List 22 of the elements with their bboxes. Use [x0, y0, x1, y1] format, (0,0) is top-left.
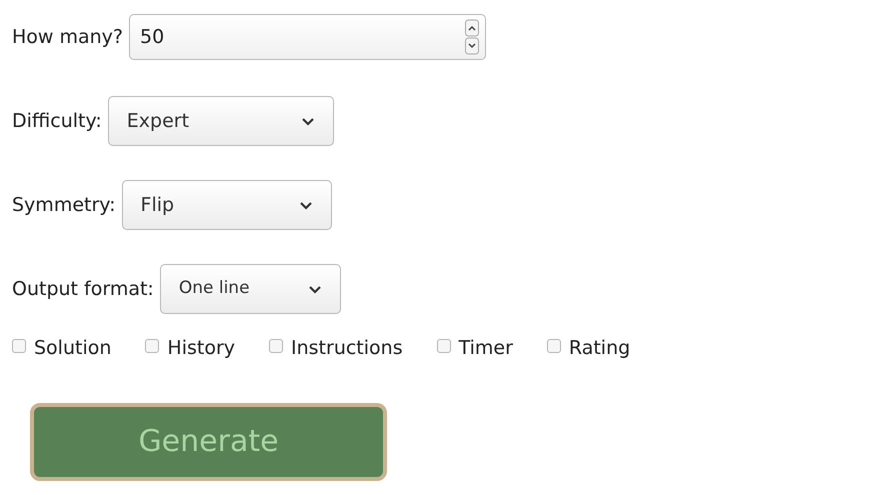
checkbox-label: Instructions: [291, 336, 403, 361]
checkbox-label: Timer: [458, 336, 513, 361]
checkbox[interactable]: [12, 339, 26, 354]
dropdown[interactable]: Expert: [108, 96, 334, 146]
dropdown[interactable]: One line: [160, 264, 341, 314]
field-label: Difficulty:: [12, 108, 102, 134]
number-field[interactable]: 50: [129, 14, 486, 60]
field-label: How many?: [12, 24, 124, 50]
chevron-down-icon: [298, 200, 313, 210]
chevron-down-icon: [300, 116, 315, 126]
field-label: Output format:: [12, 276, 154, 302]
checkbox[interactable]: [145, 339, 160, 354]
checkbox-label: Rating: [568, 336, 630, 361]
field-label: Symmetry:: [12, 192, 116, 218]
checkbox-label: Solution: [34, 336, 112, 361]
checkbox[interactable]: [436, 339, 451, 354]
dropdown[interactable]: Flip: [122, 180, 332, 230]
spinner-icon[interactable]: [465, 19, 480, 55]
chevron-down-icon: [308, 284, 322, 294]
checkbox-label: History: [167, 336, 236, 361]
checkbox[interactable]: [546, 339, 561, 354]
checkbox[interactable]: [269, 339, 284, 354]
